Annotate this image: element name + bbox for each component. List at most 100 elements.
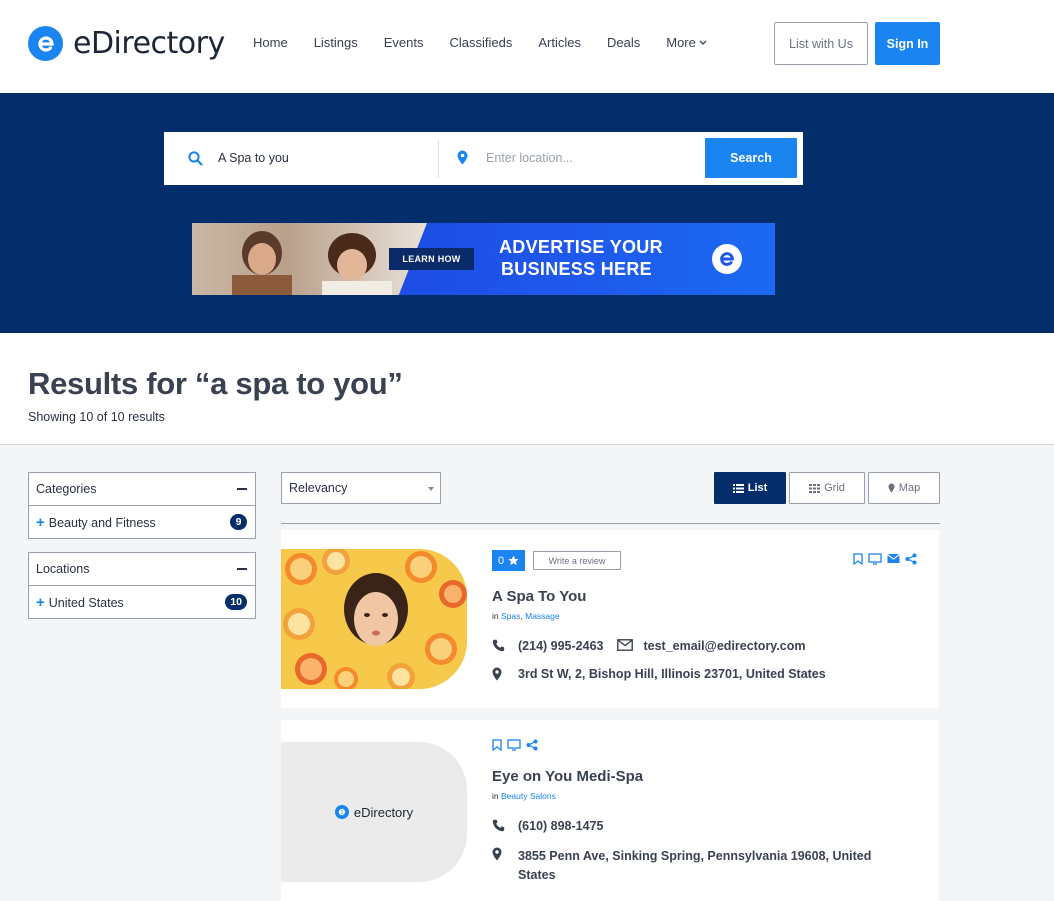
sign-in-button[interactable]: Sign In: [875, 22, 940, 65]
banner-logo-icon: [712, 244, 742, 274]
view-grid-label: Grid: [824, 482, 845, 494]
categories-filter-header[interactable]: Categories: [29, 473, 255, 506]
listing-address: 3855 Penn Ave, Sinking Spring, Pennsylva…: [518, 847, 871, 885]
listing-image[interactable]: [281, 549, 467, 689]
logo-mark-icon: [28, 26, 63, 61]
nav-classifieds[interactable]: Classifieds: [450, 35, 513, 50]
website-icon[interactable]: [507, 739, 521, 751]
site-header: eDirectory Home Listings Events Classifi…: [0, 0, 1054, 93]
logo-text: eDirectory: [73, 26, 225, 61]
listing-title[interactable]: A Spa To You: [492, 588, 586, 605]
rating-value: 0: [497, 554, 505, 567]
location-pin-icon: [492, 847, 518, 861]
category-link-massage[interactable]: Massage: [525, 611, 560, 621]
collapse-icon[interactable]: [237, 488, 247, 490]
listing-address: 3rd St W, 2, Bishop Hill, Illinois 23701…: [518, 667, 826, 681]
divider: [281, 523, 940, 524]
share-icon[interactable]: [905, 553, 917, 565]
locations-filter: Locations + United States 10: [28, 552, 256, 619]
grid-icon: [809, 483, 821, 493]
phone-icon: [492, 639, 518, 652]
listing-email[interactable]: test_email@edirectory.com: [643, 639, 805, 653]
filter-item-beauty-and-fitness[interactable]: + Beauty and Fitness 9: [29, 506, 255, 538]
banner-headline-1: ADVERTISE YOUR: [499, 237, 663, 257]
listing-phone[interactable]: (214) 995-2463: [518, 639, 603, 653]
plus-icon: +: [36, 593, 45, 611]
listing-image-placeholder[interactable]: eDirectory: [281, 742, 467, 882]
rating-badge: 0: [492, 550, 525, 571]
categories-filter: Categories + Beauty and Fitness 9: [28, 472, 256, 539]
search-divider: [438, 140, 439, 178]
write-review-button[interactable]: Write a review: [533, 551, 621, 570]
search-input[interactable]: A Spa to you: [218, 151, 289, 165]
list-with-us-button[interactable]: List with Us: [774, 22, 868, 65]
listing-categories: in Beauty Salons: [492, 791, 556, 801]
collapse-icon[interactable]: [237, 568, 247, 570]
count-badge: 9: [230, 514, 247, 530]
in-label: in: [492, 791, 499, 801]
location-input[interactable]: Enter location...: [486, 151, 573, 165]
phone-icon: [492, 819, 518, 832]
learn-how-button[interactable]: LEARN HOW: [389, 248, 474, 270]
nav-more[interactable]: More: [666, 35, 707, 50]
in-label: in: [492, 611, 499, 621]
filter-item-united-states[interactable]: + United States 10: [29, 586, 255, 618]
sort-selected-value: Relevancy: [289, 481, 348, 495]
plus-icon: +: [36, 513, 45, 531]
nav-articles[interactable]: Articles: [538, 35, 581, 50]
placeholder-logo-text: eDirectory: [353, 804, 414, 820]
filter-item-label: Beauty and Fitness: [48, 515, 156, 530]
filter-title: Categories: [36, 482, 97, 496]
filter-item-label: United States: [48, 595, 124, 610]
main-nav: Home Listings Events Classifieds Article…: [253, 35, 733, 50]
results-header: Results for “a spa to you” Showing 10 of…: [0, 333, 1054, 445]
category-link-beauty-salons[interactable]: Beauty Salons: [501, 791, 556, 801]
page-title: Results for “a spa to you”: [28, 366, 403, 401]
mail-outline-icon: [617, 639, 643, 651]
listing-card[interactable]: 0 Write a review A Spa To You in Spas, M…: [281, 530, 939, 708]
sort-select[interactable]: Relevancy: [281, 472, 441, 504]
nav-home[interactable]: Home: [253, 35, 288, 50]
address-line-1: 3855 Penn Ave, Sinking Spring, Pennsylva…: [518, 849, 872, 863]
email-icon[interactable]: [887, 553, 900, 565]
address-row: 3855 Penn Ave, Sinking Spring, Pennsylva…: [492, 847, 871, 885]
address-line-2: States: [518, 868, 556, 882]
banner-headline-2: BUSINESS HERE: [501, 259, 652, 279]
locations-filter-header[interactable]: Locations: [29, 553, 255, 586]
search-button[interactable]: Search: [705, 138, 797, 178]
results-count: Showing 10 of 10 results: [28, 410, 165, 424]
map-pin-icon: [888, 483, 895, 493]
search-icon: [188, 151, 203, 171]
view-map-button[interactable]: Map: [868, 472, 940, 504]
listing-actions: [853, 553, 922, 565]
listing-actions: [492, 739, 543, 751]
listing-title[interactable]: Eye on You Medi-Spa: [492, 768, 643, 785]
view-list-label: List: [747, 482, 768, 494]
bookmark-icon[interactable]: [492, 739, 502, 751]
hero-section: A Spa to you Enter location... Search LE…: [0, 93, 1054, 333]
caret-down-icon: [428, 487, 434, 491]
category-link-spas[interactable]: Spas: [501, 611, 520, 621]
website-icon[interactable]: [868, 553, 882, 565]
nav-deals[interactable]: Deals: [607, 35, 640, 50]
view-map-label: Map: [898, 482, 921, 494]
location-pin-icon: [492, 667, 518, 681]
listing-phone[interactable]: (610) 898-1475: [518, 819, 603, 833]
share-icon[interactable]: [526, 739, 538, 751]
nav-listings[interactable]: Listings: [314, 35, 358, 50]
bookmark-icon[interactable]: [853, 553, 863, 565]
address-row: 3rd St W, 2, Bishop Hill, Illinois 23701…: [492, 667, 826, 681]
advertise-banner[interactable]: LEARN HOW ADVERTISE YOUR BUSINESS HERE: [192, 223, 775, 295]
listing-categories: in Spas, Massage: [492, 611, 560, 621]
placeholder-logo-icon: [334, 805, 349, 819]
site-logo[interactable]: eDirectory: [28, 26, 225, 61]
star-icon: [508, 555, 519, 566]
nav-more-label: More: [666, 35, 696, 50]
location-pin-icon: [457, 150, 468, 170]
listing-card[interactable]: eDirectory Eye on You Medi-Spa in Beauty…: [281, 720, 939, 901]
view-list-button[interactable]: List: [714, 472, 786, 504]
count-badge: 10: [225, 594, 247, 610]
contact-row: (610) 898-1475: [492, 819, 603, 833]
view-grid-button[interactable]: Grid: [789, 472, 865, 504]
nav-events[interactable]: Events: [384, 35, 424, 50]
